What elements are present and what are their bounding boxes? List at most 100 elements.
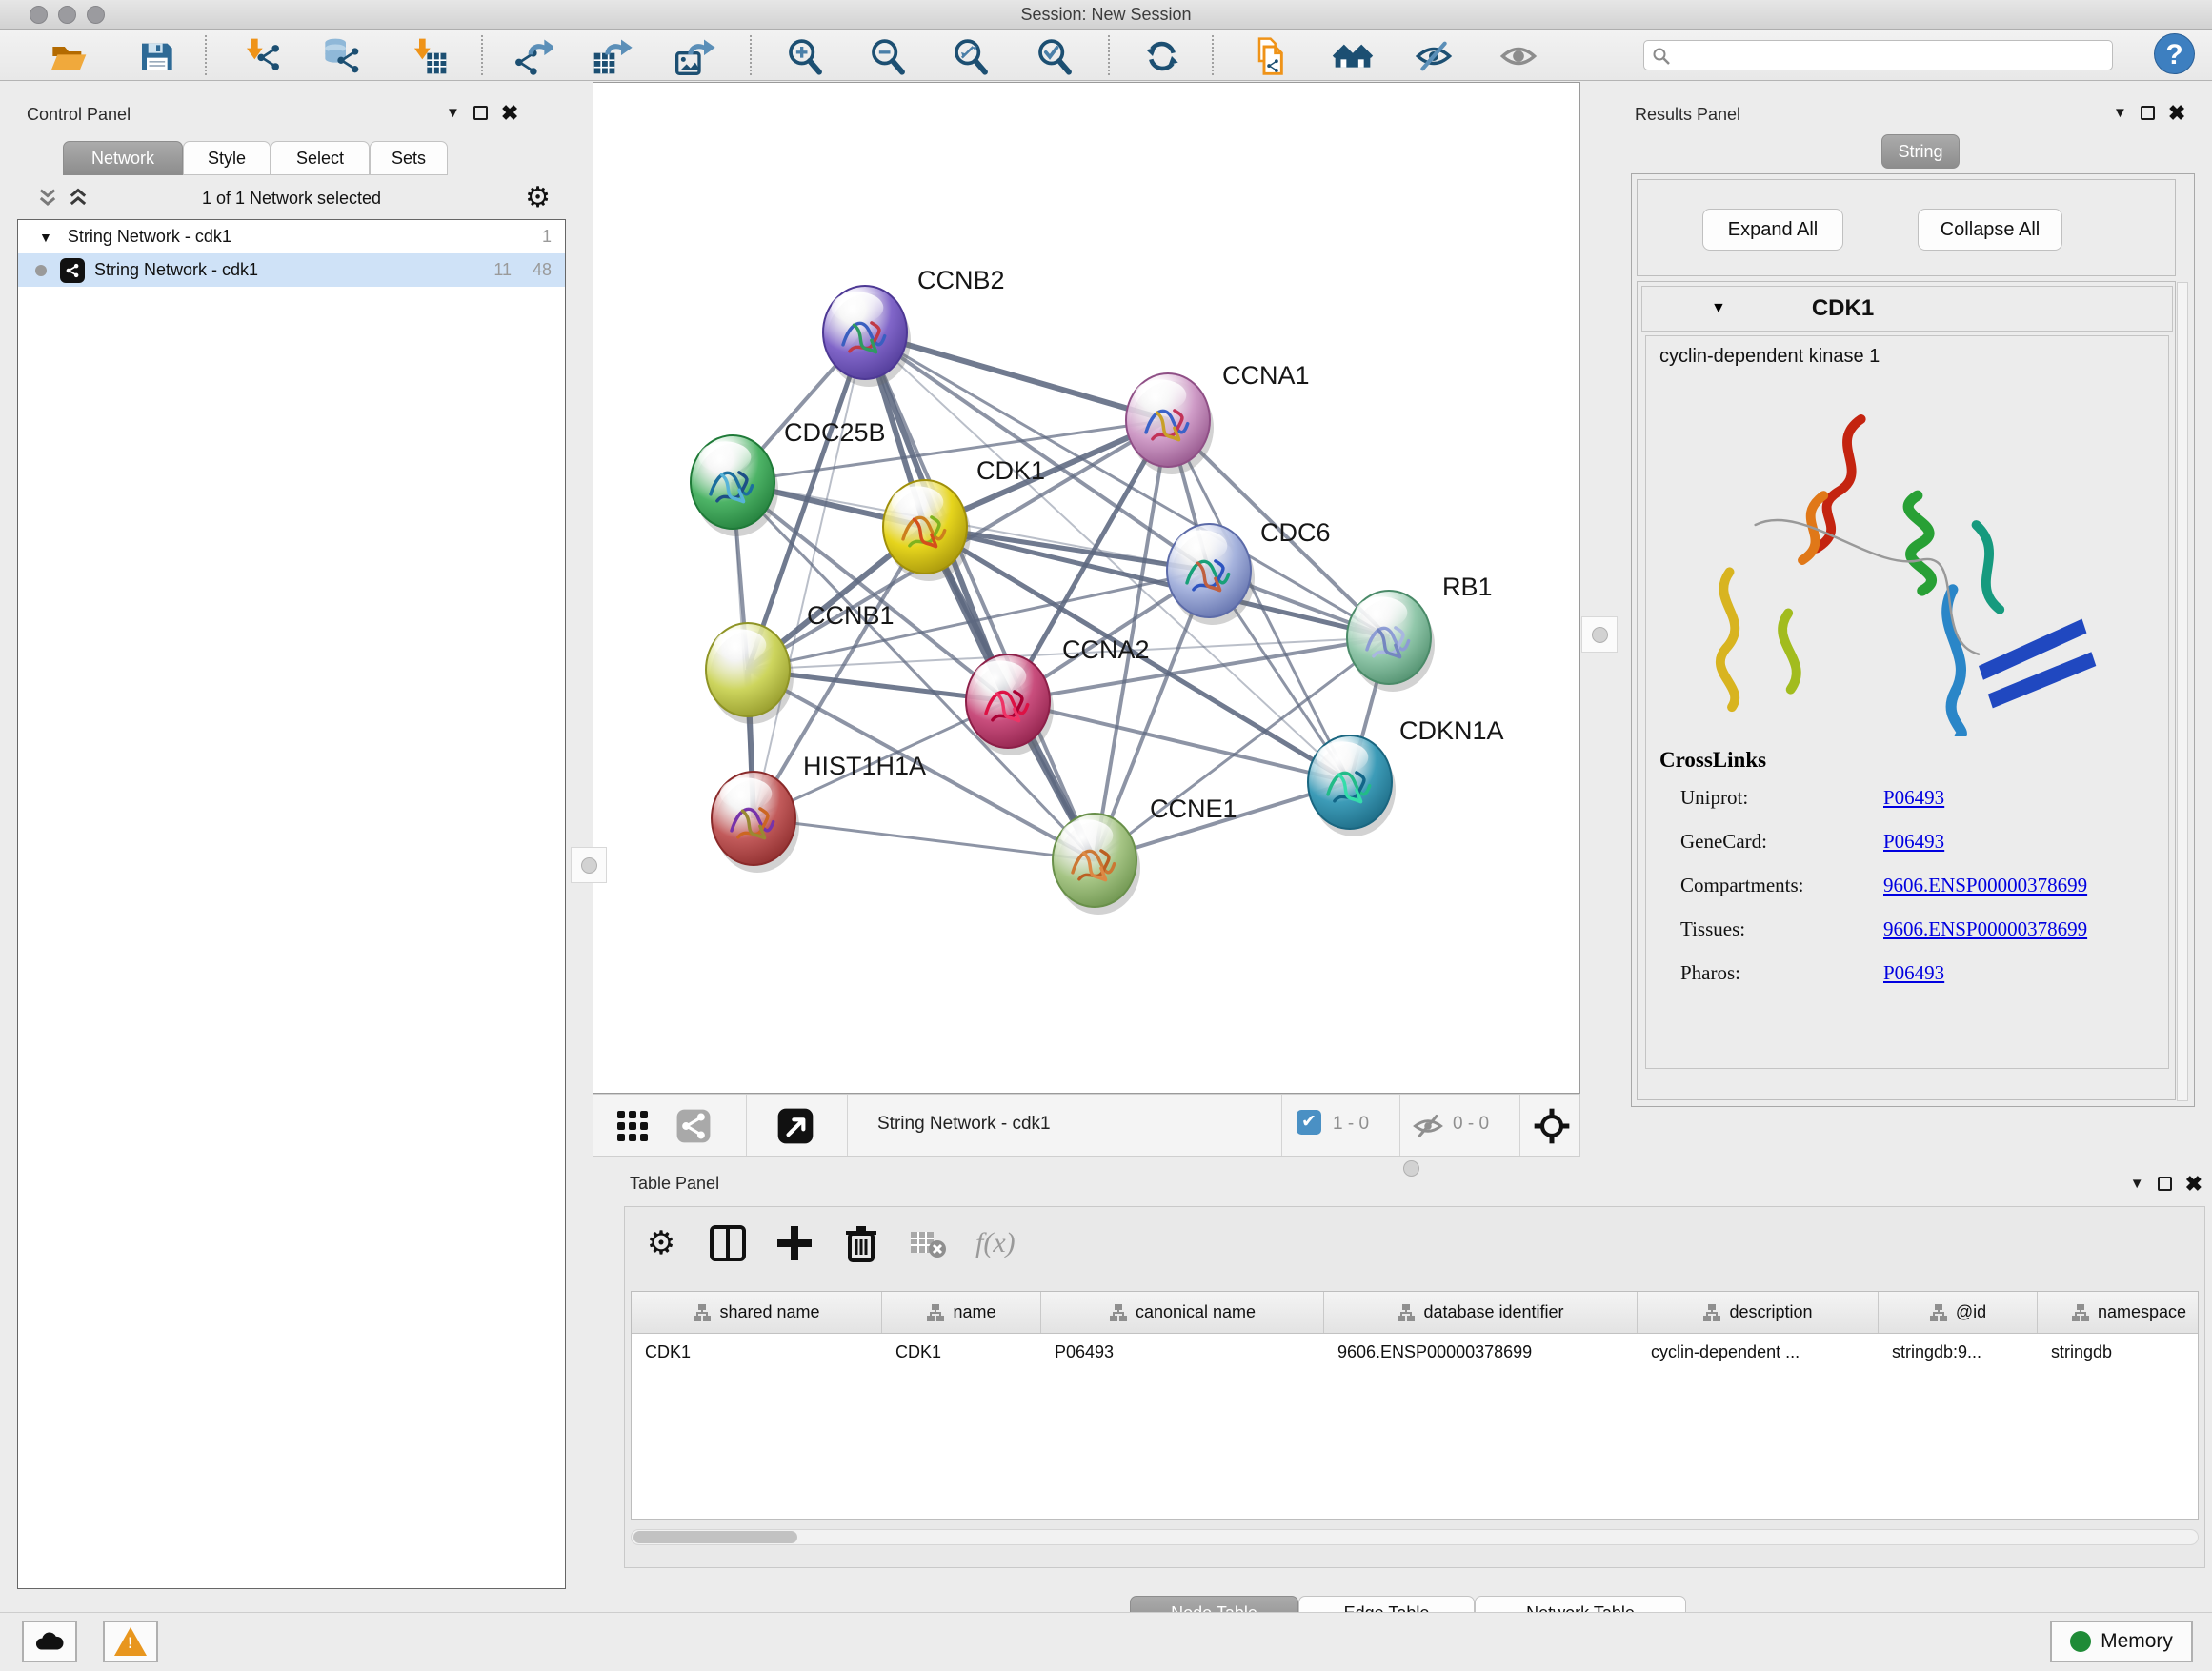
- cell-namespace[interactable]: stringdb: [2038, 1342, 2199, 1362]
- cell-name[interactable]: CDK1: [882, 1342, 1041, 1362]
- network-row-selected[interactable]: String Network - cdk1 11 48: [18, 253, 565, 287]
- column-header-name[interactable]: name: [882, 1292, 1041, 1333]
- node-RB1[interactable]: RB1: [1347, 573, 1493, 692]
- tree-icon: [693, 1303, 712, 1322]
- table-settings-gear-icon[interactable]: ⚙: [642, 1224, 680, 1262]
- refresh-icon[interactable]: [1137, 36, 1187, 76]
- import-network-icon[interactable]: [236, 36, 286, 76]
- node-label-CCNE1: CCNE1: [1150, 795, 1237, 823]
- node-CCNE1[interactable]: CCNE1: [1053, 795, 1237, 915]
- add-column-icon[interactable]: [775, 1224, 814, 1262]
- gene-entry-header[interactable]: ▼ CDK1: [1641, 286, 2173, 332]
- table-row[interactable]: CDK1CDK1P064939606.ENSP00000378699cyclin…: [632, 1334, 2198, 1370]
- import-database-icon[interactable]: [316, 36, 366, 76]
- collection-expand-icon[interactable]: ▼: [39, 230, 52, 245]
- expand-all-button[interactable]: Expand All: [1702, 209, 1843, 251]
- cloud-button[interactable]: [22, 1621, 77, 1662]
- node-HIST1H1A[interactable]: HIST1H1A: [712, 752, 926, 873]
- zoom-out-icon[interactable]: [863, 36, 913, 76]
- node-CCNB2[interactable]: CCNB2: [823, 266, 1005, 387]
- column-header-description[interactable]: description: [1638, 1292, 1879, 1333]
- crosslink-link[interactable]: P06493: [1883, 786, 1944, 810]
- node-table[interactable]: shared namenamecanonical namedatabase id…: [631, 1291, 2199, 1520]
- cell-description[interactable]: cyclin-dependent ...: [1638, 1342, 1879, 1362]
- tab-string[interactable]: String: [1881, 134, 1960, 169]
- results-float-icon[interactable]: [2141, 106, 2155, 120]
- table-menu-icon[interactable]: ▼: [2130, 1176, 2144, 1192]
- results-menu-icon[interactable]: ▼: [2113, 105, 2127, 121]
- detach-view-icon[interactable]: [776, 1107, 814, 1145]
- help-button[interactable]: ?: [2154, 33, 2195, 74]
- search-input[interactable]: [1643, 40, 2113, 70]
- crosslink-link[interactable]: P06493: [1883, 961, 1944, 985]
- node-label-CDKN1A: CDKN1A: [1399, 716, 1504, 745]
- node-CDC25B[interactable]: CDC25B: [691, 418, 886, 536]
- export-network-icon[interactable]: [507, 36, 556, 76]
- new-network-document-icon[interactable]: [1244, 36, 1294, 76]
- edge-HIST1H1A-CCNE1[interactable]: [754, 818, 1095, 860]
- selected-checkbox-icon[interactable]: ✔: [1297, 1110, 1321, 1135]
- open-folder-icon[interactable]: [44, 36, 93, 76]
- column-header-database-identifier[interactable]: database identifier: [1324, 1292, 1638, 1333]
- node-CDKN1A[interactable]: CDKN1A: [1308, 716, 1504, 836]
- column-header-canonical-name[interactable]: canonical name: [1041, 1292, 1324, 1333]
- cell-database-identifier[interactable]: 9606.ENSP00000378699: [1324, 1342, 1638, 1362]
- show-all-icon[interactable]: [1494, 36, 1543, 76]
- panel-close-icon[interactable]: ✖: [501, 106, 518, 120]
- gene-symbol: CDK1: [1812, 295, 1874, 322]
- results-panel: Results Panel ▼ ✖ String Expand All Coll…: [1619, 82, 2206, 1116]
- birds-eye-view-icon[interactable]: [1533, 1107, 1571, 1145]
- save-icon[interactable]: [131, 36, 181, 76]
- show-columns-icon[interactable]: [709, 1224, 747, 1262]
- crosslink-link[interactable]: 9606.ENSP00000378699: [1883, 874, 2087, 897]
- cell-canonical-name[interactable]: P06493: [1041, 1342, 1324, 1362]
- entry-collapse-icon[interactable]: ▼: [1711, 300, 1726, 317]
- results-close-icon[interactable]: ✖: [2168, 106, 2185, 120]
- zoom-fit-icon[interactable]: [946, 36, 995, 76]
- zoom-selected-icon[interactable]: [1030, 36, 1079, 76]
- table-close-icon[interactable]: ✖: [2185, 1177, 2202, 1191]
- warning-icon: !: [114, 1627, 147, 1656]
- export-image-icon[interactable]: [670, 36, 719, 76]
- network-canvas[interactable]: CCNB2CCNA1CDC25BCDK1CDC6RB1CCNB1CCNA2CDK…: [593, 82, 1580, 1094]
- hide-selected-icon[interactable]: [1409, 36, 1458, 76]
- import-table-icon[interactable]: [404, 36, 453, 76]
- panel-menu-icon[interactable]: ▼: [446, 105, 460, 121]
- network-collection-row[interactable]: ▼ String Network - cdk1 1: [18, 220, 565, 253]
- network-options-gear-icon[interactable]: ⚙: [525, 181, 551, 214]
- column-header-shared-name[interactable]: shared name: [632, 1292, 882, 1333]
- column-header-namespace[interactable]: namespace: [2038, 1292, 2199, 1333]
- right-splitter-handle[interactable]: [1581, 616, 1618, 653]
- crosslink-link[interactable]: P06493: [1883, 830, 1944, 854]
- memory-button[interactable]: Memory: [2050, 1621, 2193, 1662]
- panel-float-icon[interactable]: [473, 106, 488, 120]
- first-neighbors-icon[interactable]: [1328, 36, 1377, 76]
- zoom-in-icon[interactable]: [780, 36, 830, 76]
- table-horizontal-scrollbar[interactable]: [631, 1529, 2199, 1545]
- view-grid-icon[interactable]: [616, 1110, 649, 1142]
- left-splitter-handle[interactable]: [571, 847, 607, 883]
- warnings-button[interactable]: !: [103, 1621, 158, 1662]
- export-table-icon[interactable]: [587, 36, 636, 76]
- crosslink-link[interactable]: 9606.ENSP00000378699: [1883, 917, 2087, 941]
- tab-select[interactable]: Select: [271, 141, 370, 175]
- toolbar-separator: [1108, 35, 1110, 75]
- results-scrollbar[interactable]: [2177, 282, 2188, 1101]
- delete-column-icon[interactable]: [842, 1224, 880, 1262]
- collapse-all-button[interactable]: Collapse All: [1918, 209, 2062, 251]
- column-header-@id[interactable]: @id: [1879, 1292, 2038, 1333]
- crosslink-label: GeneCard:: [1659, 830, 1883, 854]
- hidden-eye-icon[interactable]: [1411, 1109, 1445, 1143]
- view-share-icon[interactable]: [675, 1108, 712, 1144]
- edge-CCNA2-CDKN1A[interactable]: [1008, 701, 1350, 782]
- tab-style[interactable]: Style: [183, 141, 271, 175]
- node-CDC6[interactable]: CDC6: [1167, 518, 1331, 625]
- table-float-icon[interactable]: [2158, 1177, 2172, 1191]
- tab-sets[interactable]: Sets: [370, 141, 448, 175]
- cell-@id[interactable]: stringdb:9...: [1879, 1342, 2038, 1362]
- node-CCNA1[interactable]: CCNA1: [1126, 361, 1310, 474]
- tab-network[interactable]: Network: [63, 141, 183, 175]
- edge-CCNB2-CCNA1[interactable]: [865, 332, 1168, 420]
- toolbar-separator: [205, 35, 207, 75]
- cell-shared-name[interactable]: CDK1: [632, 1342, 882, 1362]
